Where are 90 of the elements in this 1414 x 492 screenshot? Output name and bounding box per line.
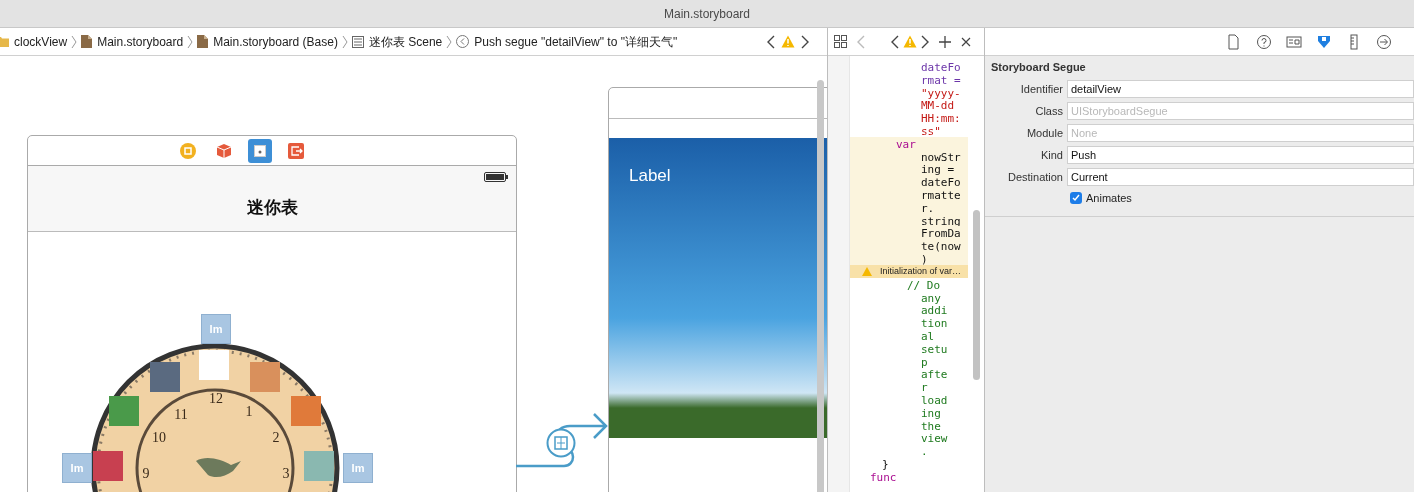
help-icon[interactable] (1256, 33, 1272, 50)
breadcrumb-item[interactable]: Main.storyboard (Base) (213, 32, 338, 51)
segue-icon[interactable] (546, 428, 576, 458)
grid-icon[interactable] (834, 35, 847, 48)
scrollbar[interactable] (973, 210, 980, 380)
forward-icon[interactable] (921, 34, 929, 49)
file-icon (197, 35, 209, 48)
section-title: Storyboard Segue (990, 60, 1087, 75)
navigation-title: 迷你表 (246, 196, 298, 219)
clock-number: 11 (174, 407, 188, 422)
code-text: // Do (907, 278, 941, 292)
shield-icon[interactable] (1316, 33, 1332, 50)
image-view-caption: Im (209, 321, 223, 337)
forward-icon[interactable] (801, 34, 809, 49)
code-text: FromDa (921, 227, 961, 241)
code-text: ing (921, 406, 941, 420)
code-text: . (921, 445, 928, 459)
field-label: Module (1025, 125, 1064, 141)
image-view-caption: Im (70, 460, 84, 476)
chevron-icon (71, 35, 78, 48)
clock-number: 9 (142, 466, 150, 481)
code-text: tion (921, 317, 948, 331)
code-text: var (896, 137, 916, 151)
field-label: Identifier (1019, 81, 1064, 97)
clock-number: 12 (209, 391, 223, 406)
scene-icon (351, 35, 364, 48)
code-text: addi (921, 304, 948, 318)
code-text: r. (921, 201, 935, 215)
code-text: nowStr (921, 150, 961, 164)
code-text: dateFo (921, 176, 961, 190)
clock-number: 1 (245, 404, 253, 419)
code-text: view (921, 432, 948, 446)
segue-icon (456, 35, 470, 48)
code-text: "yyyy- (921, 86, 961, 100)
code-text: rmat = (921, 73, 961, 87)
breadcrumb-item[interactable]: Main.storyboard (97, 32, 184, 51)
code-text: string (921, 214, 961, 228)
close-icon[interactable] (961, 36, 971, 47)
code-text: rmatte (921, 188, 961, 202)
code-text: dateFo (921, 61, 961, 74)
code-text: load (921, 393, 948, 407)
image-view-caption: Im (351, 460, 365, 476)
chevron-icon (187, 35, 194, 48)
input-field[interactable]: Push (1067, 146, 1414, 164)
checkbox-label: Animates (1086, 190, 1132, 206)
clock-number: 10 (152, 430, 166, 445)
field-label: Kind (1039, 147, 1064, 163)
code-text: p (921, 355, 928, 369)
battery-icon (484, 172, 508, 182)
clock-number: 3 (282, 466, 290, 481)
label: Label (629, 165, 671, 187)
id-card-icon[interactable] (1286, 33, 1302, 50)
chevron-icon (446, 35, 453, 48)
add-icon[interactable] (939, 35, 951, 48)
file-icon (81, 35, 93, 48)
file-icon[interactable] (1226, 33, 1242, 50)
code-text: func (870, 470, 897, 484)
code-text: r (921, 381, 928, 395)
input-field[interactable]: detailView (1067, 80, 1414, 98)
arrow-circle-icon[interactable] (1376, 33, 1392, 50)
code-text: afte (921, 368, 948, 382)
code-text: HH:mm: (921, 112, 961, 126)
input-field[interactable]: Current (1067, 168, 1414, 186)
checkbox[interactable] (1070, 191, 1082, 204)
code-text: al (921, 329, 935, 343)
code-text: } (882, 457, 889, 471)
scrollbar[interactable] (817, 80, 824, 492)
cube-icon[interactable] (216, 142, 232, 159)
clock-number: 2 (272, 430, 280, 445)
exit-icon[interactable] (288, 142, 304, 159)
code-text: ) (921, 252, 928, 266)
input-field[interactable]: None (1067, 124, 1414, 142)
code-text: ing = (921, 163, 955, 177)
code-text: ss" (921, 125, 941, 138)
field-label: Class (1034, 103, 1064, 119)
code-text: any (921, 291, 941, 305)
breadcrumb-item[interactable]: 迷你表 Scene (368, 32, 443, 51)
code-text: setu (921, 342, 948, 356)
field-label: Destination (1006, 169, 1064, 185)
chevron-icon (341, 35, 348, 48)
code-text: the (921, 419, 941, 433)
window-title: Main.storyboard (663, 5, 750, 23)
code-text: te(now (921, 240, 961, 254)
back-icon[interactable] (767, 34, 775, 49)
input-field[interactable]: UIStoryboardSegue (1067, 102, 1414, 120)
code-text: MM-dd (921, 99, 955, 113)
view-icon[interactable] (248, 138, 272, 163)
breadcrumb-item[interactable]: Push segue "detailView" to "详细天气" (474, 32, 678, 51)
breadcrumb-item[interactable]: clockView (14, 32, 68, 51)
back-icon[interactable] (891, 34, 899, 49)
